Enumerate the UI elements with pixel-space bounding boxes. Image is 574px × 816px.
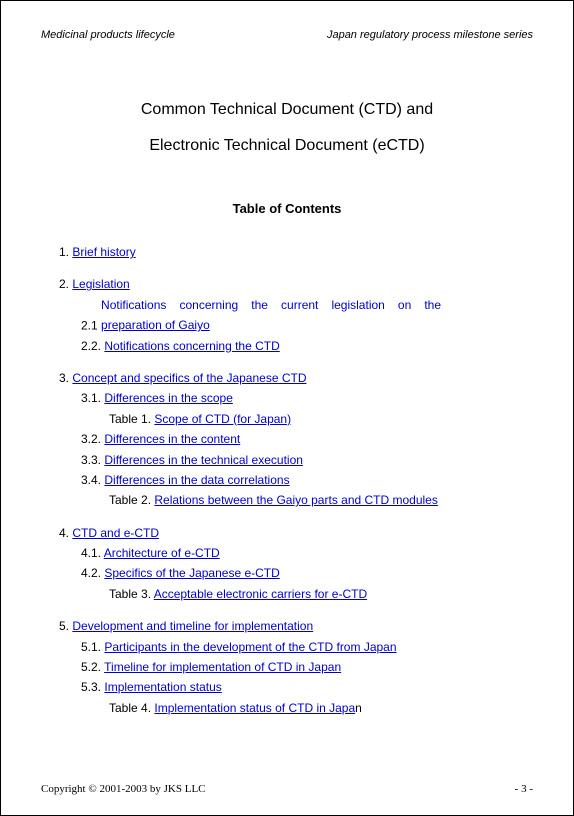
toc-table-prefix: Table 1. — [109, 412, 151, 426]
toc-num: 2.2. — [81, 339, 101, 353]
toc-sub-3-2: 3.2. Differences in the content — [59, 429, 523, 449]
toc-num: 4.2. — [81, 566, 101, 580]
toc-num: 3.4. — [81, 473, 101, 487]
toc-table-prefix: Table 3. — [109, 587, 151, 601]
toc-sub-4-2: 4.2. Specifics of the Japanese e-CTD — [59, 563, 523, 583]
toc-table-3: Table 3. Acceptable electronic carriers … — [59, 584, 523, 604]
header-right: Japan regulatory process milestone serie… — [327, 29, 533, 41]
toc-link-diff-tech[interactable]: Differences in the technical execution — [104, 453, 303, 467]
toc-link-notifications-ctd[interactable]: Notifications concerning the CTD — [104, 339, 279, 353]
toc-sub-2-1: 2.1 Notifications concerning the current… — [59, 295, 523, 336]
toc-num: 5.1. — [81, 640, 101, 654]
table-of-contents: 1. Brief history 2. Legislation 2.1 Noti… — [41, 242, 533, 730]
toc-link-participants[interactable]: Participants in the development of the C… — [104, 640, 396, 654]
toc-link-timeline-impl[interactable]: Timeline for implementation of CTD in Ja… — [104, 660, 341, 674]
toc-num: 5. — [59, 619, 69, 633]
toc-num: 3.2. — [81, 432, 101, 446]
toc-section-4: 4. CTD and e-CTD 4.1. Architecture of e-… — [59, 523, 523, 605]
toc-section-5: 5. Development and timeline for implemen… — [59, 616, 523, 718]
page: Medicinal products lifecycle Japan regul… — [0, 0, 574, 816]
toc-link-notifications-gaiyo[interactable]: Notifications concerning the current leg… — [101, 295, 441, 336]
toc-link-arch-ectd[interactable]: Architecture of e-CTD — [104, 546, 220, 560]
toc-link-specifics-ectd[interactable]: Specifics of the Japanese e-CTD — [104, 566, 279, 580]
page-footer: Copyright © 2001-2003 by JKS LLC - 3 - — [41, 777, 533, 795]
toc-sub-4-1: 4.1. Architecture of e-CTD — [59, 543, 523, 563]
toc-sub-5-2: 5.2. Timeline for implementation of CTD … — [59, 657, 523, 677]
toc-num: 1. — [59, 245, 69, 259]
toc-link-dev-timeline[interactable]: Development and timeline for implementat… — [72, 619, 313, 633]
toc-sub-5-3: 5.3. Implementation status — [59, 677, 523, 697]
toc-section-2: 2. Legislation 2.1 Notifications concern… — [59, 274, 523, 356]
toc-sub-2-2: 2.2. Notifications concerning the CTD — [59, 336, 523, 356]
page-header: Medicinal products lifecycle Japan regul… — [41, 29, 533, 41]
toc-link-impl-status[interactable]: Implementation status — [104, 680, 221, 694]
toc-heading: Table of Contents — [41, 201, 533, 216]
toc-sub-3-3: 3.3. Differences in the technical execut… — [59, 450, 523, 470]
toc-num: 4.1. — [81, 546, 101, 560]
toc-table-prefix: Table 2. — [109, 493, 151, 507]
footer-copyright: Copyright © 2001-2003 by JKS LLC — [41, 783, 206, 795]
toc-link-line2: preparation of Gaiyo — [101, 318, 210, 332]
toc-section-1: 1. Brief history — [59, 242, 523, 262]
toc-link-table-scope[interactable]: Scope of CTD (for Japan) — [154, 412, 291, 426]
title-line-1: Common Technical Document (CTD) and — [41, 101, 533, 119]
toc-table-1: Table 1. Scope of CTD (for Japan) — [59, 409, 523, 429]
toc-sub-3-1: 3.1. Differences in the scope — [59, 388, 523, 408]
toc-num: 4. — [59, 526, 69, 540]
toc-link-ctd-ectd[interactable]: CTD and e-CTD — [72, 526, 159, 540]
toc-link-diff-scope[interactable]: Differences in the scope — [104, 391, 233, 405]
toc-link-table-relations[interactable]: Relations between the Gaiyo parts and CT… — [154, 493, 437, 507]
toc-link-legislation[interactable]: Legislation — [72, 277, 129, 291]
toc-num: 3.1. — [81, 391, 101, 405]
toc-link-diff-data[interactable]: Differences in the data correlations — [104, 473, 289, 487]
toc-link-line1: Notifications concerning the current leg… — [101, 295, 441, 315]
toc-num: 5.3. — [81, 680, 101, 694]
toc-link-table-impl-status[interactable]: Implementation status of CTD in Japa — [154, 701, 355, 715]
toc-table-4: Table 4. Implementation status of CTD in… — [59, 698, 523, 718]
toc-link-concept-specifics[interactable]: Concept and specifics of the Japanese CT… — [72, 371, 306, 385]
footer-page-number: - 3 - — [515, 783, 533, 795]
toc-num: 2. — [59, 277, 69, 291]
toc-table-prefix: Table 4. — [109, 701, 151, 715]
header-left: Medicinal products lifecycle — [41, 29, 175, 41]
toc-link-brief-history[interactable]: Brief history — [72, 245, 135, 259]
toc-table-2: Table 2. Relations between the Gaiyo par… — [59, 490, 523, 510]
toc-num: 5.2. — [81, 660, 101, 674]
toc-table-tail: n — [355, 701, 362, 715]
document-title: Common Technical Document (CTD) and Elec… — [41, 101, 533, 173]
toc-num: 3. — [59, 371, 69, 385]
toc-link-table-carriers[interactable]: Acceptable electronic carriers for e-CTD — [154, 587, 367, 601]
title-line-2: Electronic Technical Document (eCTD) — [41, 137, 533, 155]
toc-link-diff-content[interactable]: Differences in the content — [104, 432, 240, 446]
toc-num: 3.3. — [81, 453, 101, 467]
toc-num: 2.1 — [81, 318, 98, 332]
toc-section-3: 3. Concept and specifics of the Japanese… — [59, 368, 523, 511]
toc-sub-3-4: 3.4. Differences in the data correlation… — [59, 470, 523, 490]
toc-sub-5-1: 5.1. Participants in the development of … — [59, 637, 523, 657]
